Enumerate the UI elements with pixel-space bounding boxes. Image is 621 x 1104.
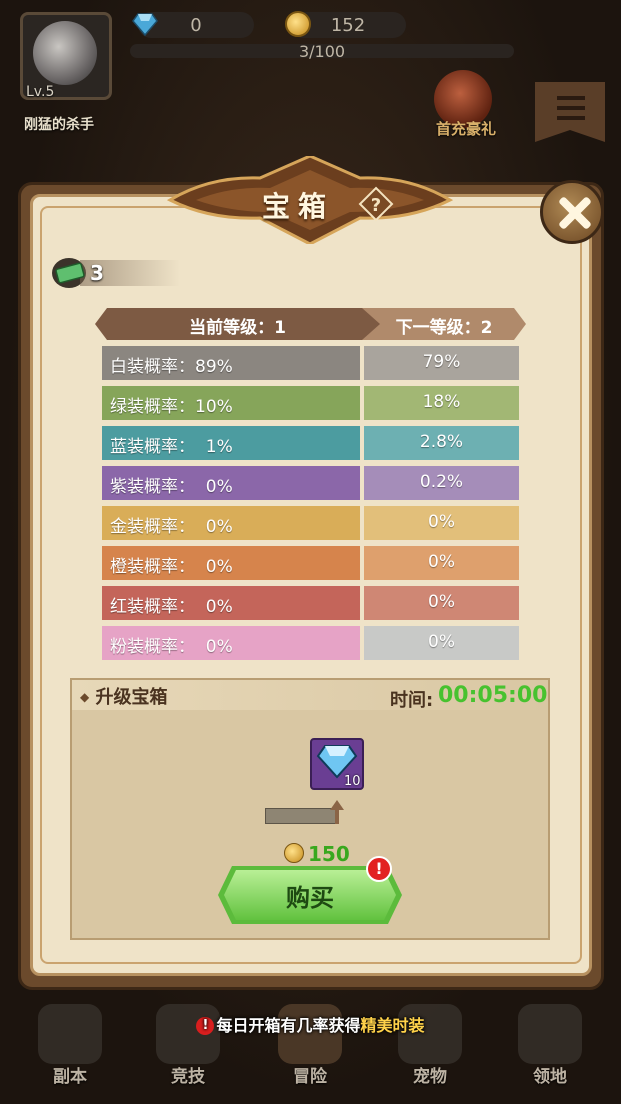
xp-text: 3/100	[298, 42, 346, 61]
rate-current-bg: 绿装概率：10%	[102, 386, 360, 420]
rate-next-bg: 79%	[364, 346, 519, 380]
rate-current: 粉装概率： 0%	[110, 637, 233, 657]
close-button[interactable]	[540, 180, 604, 244]
coin-icon	[284, 843, 304, 863]
menu-icon-line	[557, 106, 585, 110]
rate-row-orange: 橙装概率： 0% 0%	[102, 546, 519, 580]
diamond-bullet-icon: ◆	[80, 690, 90, 704]
daily-notice: ! 每日开箱有几率获得精美时装	[0, 1012, 621, 1036]
player-level: Lv.5	[26, 84, 55, 100]
rate-next-bg: 0%	[364, 626, 519, 660]
menu-icon	[557, 96, 585, 100]
rate-row-white: 白装概率：89% 79%	[102, 346, 519, 380]
rate-row-red: 红装概率： 0% 0%	[102, 586, 519, 620]
rate-next: 0%	[428, 592, 455, 612]
rate-current-bg: 橙装概率： 0%	[102, 546, 360, 580]
alert-icon: !	[196, 1017, 215, 1035]
rate-current-bg: 金装概率： 0%	[102, 506, 360, 540]
rate-current-bg: 粉装概率： 0%	[102, 626, 360, 660]
notice-highlight: 精美时装	[360, 1016, 425, 1035]
rate-row-pink: 粉装概率： 0% 0%	[102, 626, 519, 660]
rate-next-bg: 0%	[364, 546, 519, 580]
upgrade-title: ◆ 升级宝箱	[80, 683, 168, 709]
rate-current-bg: 蓝装概率： 1%	[102, 426, 360, 460]
nav-label: 竞技	[171, 1067, 205, 1087]
first-recharge-promo[interactable]: 首充豪礼	[428, 70, 504, 140]
rate-next: 0%	[428, 552, 455, 572]
rate-row-gold: 金装概率： 0% 0%	[102, 506, 519, 540]
rate-current: 红装概率： 0%	[110, 597, 233, 617]
gem-icon	[132, 13, 158, 36]
rate-current: 绿装概率：10%	[110, 397, 233, 417]
menu-icon-line	[557, 116, 585, 120]
rate-next: 79%	[422, 352, 461, 372]
rate-current: 白装概率：89%	[110, 357, 233, 377]
rate-next-bg: 0%	[364, 506, 519, 540]
svg-text:?: ?	[371, 195, 381, 216]
avatar-portrait	[33, 21, 97, 85]
upgrade-title-text: 升级宝箱	[95, 687, 168, 708]
rate-current: 蓝装概率： 1%	[110, 437, 233, 457]
rate-current-bg: 紫装概率： 0%	[102, 466, 360, 500]
rate-current: 橙装概率： 0%	[110, 557, 233, 577]
rate-next-bg: 2.8%	[364, 426, 519, 460]
rate-current: 金装概率： 0%	[110, 517, 233, 537]
time-value: 00:05:00	[438, 683, 548, 708]
next-level-header: 下一等级：2	[362, 308, 526, 340]
time-label: 时间:	[390, 690, 434, 711]
rate-next-bg: 0%	[364, 586, 519, 620]
nav-label: 宠物	[413, 1067, 447, 1087]
current-level-header: 当前等级：1	[95, 308, 380, 340]
rate-row-purple: 紫装概率： 0% 0.2%	[102, 466, 519, 500]
help-icon[interactable]: ?	[358, 186, 394, 222]
rate-next-bg: 0.2%	[364, 466, 519, 500]
notice-text: 每日开箱有几率获得	[216, 1016, 361, 1035]
nav-label: 冒险	[293, 1067, 327, 1087]
next-level-label: 下一等级：2	[395, 318, 493, 338]
rate-current-bg: 红装概率： 0%	[102, 586, 360, 620]
rate-next: 18%	[422, 392, 461, 412]
coin-price: 150	[308, 842, 350, 866]
upgrade-progress-bar	[265, 808, 339, 824]
rate-next: 0%	[428, 632, 455, 652]
rate-row-blue: 蓝装概率： 1% 2.8%	[102, 426, 519, 460]
rate-next-bg: 18%	[364, 386, 519, 420]
alert-badge-icon: !	[366, 856, 392, 882]
coin-icon	[285, 11, 311, 37]
rate-current: 紫装概率： 0%	[110, 477, 233, 497]
rate-next: 0.2%	[419, 472, 464, 492]
nav-label: 领地	[533, 1067, 567, 1087]
arrow-up-icon	[330, 800, 344, 824]
player-name: 刚猛的杀手	[24, 117, 94, 133]
current-level-label: 当前等级：1	[189, 318, 286, 338]
ticket-count: 3	[90, 261, 104, 285]
nav-label: 副本	[53, 1067, 87, 1087]
promo-label: 首充豪礼	[435, 120, 496, 138]
buy-label[interactable]: 购买	[218, 878, 402, 913]
rate-row-green: 绿装概率：10% 18%	[102, 386, 519, 420]
rate-next: 2.8%	[419, 432, 464, 452]
rate-next: 0%	[428, 512, 455, 532]
gem-cost: 10	[344, 774, 361, 789]
dialog-title: 宝箱	[262, 190, 335, 223]
ticket-icon	[55, 262, 85, 284]
rate-current-bg: 白装概率：89%	[102, 346, 360, 380]
